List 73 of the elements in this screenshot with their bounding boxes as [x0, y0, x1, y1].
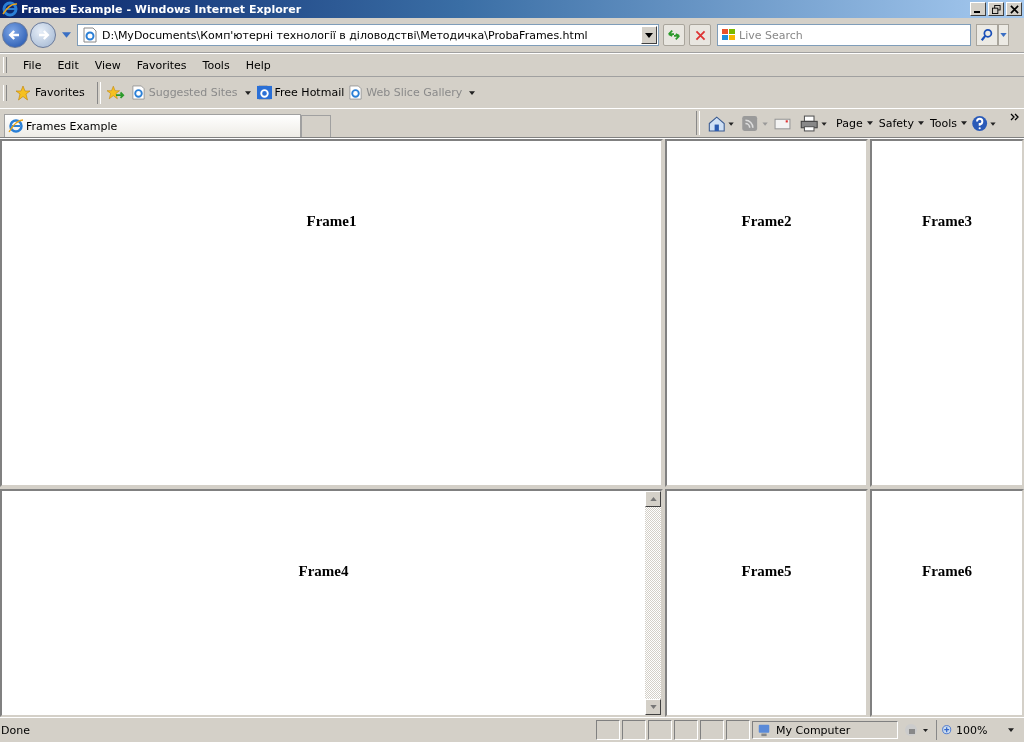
print-icon[interactable]: [799, 114, 830, 132]
search-icon: [980, 28, 994, 42]
stop-icon: [693, 28, 707, 42]
back-button[interactable]: [2, 22, 28, 48]
caret-icon: [645, 32, 653, 38]
page-icon[interactable]: [130, 85, 146, 100]
search-options-button[interactable]: [998, 24, 1009, 46]
computer-icon: [757, 723, 771, 737]
status-pane: [648, 720, 672, 740]
menu-item[interactable]: Help: [237, 58, 279, 72]
address-dropdown-button[interactable]: [641, 26, 657, 44]
status-pane: [700, 720, 724, 740]
chevron-icon[interactable]: [1010, 113, 1020, 121]
window-title: Frames Example - Windows Internet Explorer: [21, 2, 302, 16]
minimize-icon: [974, 11, 980, 13]
menu-item[interactable]: File: [15, 58, 50, 72]
zoom-button[interactable]: 100%: [936, 720, 1024, 740]
scroll-down-button[interactable]: [645, 699, 661, 715]
address-field[interactable]: D:\MyDocuments\Комп'ютерні технології в діловодстві\Методичка\ProbaFrames.html: [102, 28, 641, 42]
up-arrow-icon: [649, 497, 657, 501]
search-field[interactable]: Live Search: [739, 28, 970, 42]
caret-icon: [961, 121, 967, 125]
close-button[interactable]: [1006, 2, 1022, 16]
search-box[interactable]: Live Search: [717, 24, 971, 46]
menu-item[interactable]: View: [86, 58, 129, 72]
page-icon[interactable]: [348, 85, 364, 100]
history-dropdown-icon[interactable]: [62, 32, 71, 38]
browser-logo-icon: [8, 118, 24, 134]
frame-heading: Frame6: [922, 563, 972, 581]
command-menu[interactable]: Safety: [875, 116, 927, 130]
frame-heading: Frame2: [741, 213, 792, 231]
refresh-icon: [667, 28, 681, 42]
browser-logo-icon: [2, 1, 18, 17]
caret-icon: [866, 121, 873, 125]
stop-button[interactable]: [689, 24, 711, 46]
mail-logo-icon[interactable]: [256, 85, 272, 100]
frame-heading: Frame1: [306, 213, 357, 231]
star-icon[interactable]: [15, 84, 31, 101]
status-text: Done: [1, 723, 31, 737]
close-icon: [1009, 4, 1019, 14]
status-pane: [596, 720, 620, 740]
windows-flag-icon: [721, 27, 737, 43]
caret-icon: [1000, 33, 1007, 37]
command-menu[interactable]: Tools: [926, 116, 970, 130]
status-pane: [674, 720, 698, 740]
search-button[interactable]: [976, 24, 998, 46]
command-menu[interactable]: Page: [833, 116, 876, 130]
favorites-button[interactable]: Favorites: [31, 84, 91, 101]
address-bar[interactable]: D:\MyDocuments\Комп'ютерні технології в діловодстві\Методичка\ProbaFrames.html: [77, 24, 659, 46]
security-zone: My Computer: [752, 721, 898, 739]
minimize-button[interactable]: [970, 2, 986, 16]
caret-icon: [1008, 728, 1014, 732]
status-pane: [622, 720, 646, 740]
vertical-scrollbar[interactable]: [645, 491, 661, 715]
refresh-button[interactable]: [663, 24, 685, 46]
home-icon[interactable]: [706, 114, 737, 132]
down-arrow-icon: [649, 705, 657, 709]
frame-heading: Frame4: [298, 563, 349, 581]
page-icon: [82, 27, 98, 43]
restore-icon: [991, 4, 1001, 14]
menu-item[interactable]: Tools: [194, 58, 238, 72]
menu-item[interactable]: Favorites: [128, 58, 195, 72]
tab[interactable]: Frames Example: [4, 114, 301, 137]
forward-button[interactable]: [30, 22, 56, 48]
zoom-icon: [941, 723, 954, 737]
favorites-link[interactable]: Free Hotmail: [271, 86, 349, 99]
menu-item[interactable]: Edit: [49, 58, 87, 72]
frame-heading: Frame3: [922, 213, 972, 231]
frame-heading: Frame5: [741, 563, 792, 581]
restore-button[interactable]: [988, 2, 1004, 16]
caret-icon: [917, 121, 924, 125]
scroll-up-button[interactable]: [645, 491, 661, 507]
status-pane: [726, 720, 750, 740]
